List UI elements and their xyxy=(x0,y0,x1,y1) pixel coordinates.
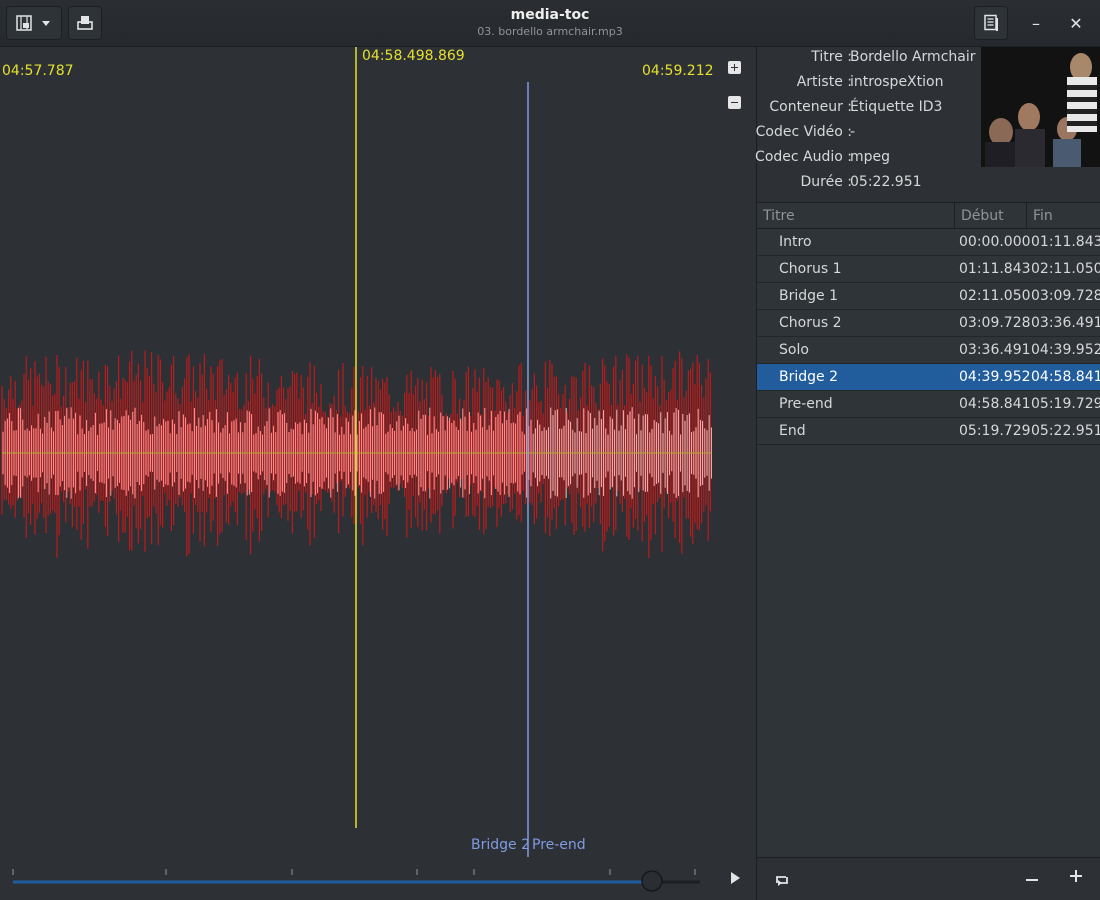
timeline-ticks xyxy=(12,869,696,875)
column-header-title[interactable]: Titre xyxy=(757,203,954,229)
playback-bar xyxy=(0,857,756,900)
info-key: Titre : xyxy=(811,49,852,65)
plus-icon xyxy=(1070,870,1082,882)
chapter-end-cell: 03:36.491 xyxy=(1031,315,1100,331)
window-title-box: media-toc 03. bordello armchair.mp3 xyxy=(350,6,750,40)
end-timestamp: 04:59.212 xyxy=(642,63,714,79)
chapters-toggle-button[interactable] xyxy=(974,6,1008,40)
remove-chapter-button[interactable] xyxy=(1026,870,1038,891)
info-key: Durée : xyxy=(800,174,853,190)
chapter-end-cell: 01:11.843 xyxy=(1031,234,1100,250)
chapter-end-cell: 03:09.728 xyxy=(1031,288,1100,304)
table-row[interactable]: Chorus 1 01:11.843 02:11.050 xyxy=(757,256,1100,283)
start-timestamp: 04:57.787 xyxy=(2,63,74,79)
chapter-start-cell: 01:11.843 xyxy=(959,261,1031,277)
info-value: Bordello Armchair xyxy=(850,49,976,65)
chapter-start-cell: 03:09.728 xyxy=(959,315,1031,331)
chapter-end-cell: 02:11.050 xyxy=(1031,261,1100,277)
column-header-end[interactable]: Fin xyxy=(1026,203,1100,229)
chapter-end-cell: 05:22.951 xyxy=(1031,423,1100,439)
chapters-toolbar xyxy=(757,857,1100,900)
chapter-title-cell: Solo xyxy=(779,342,809,358)
chapter-start-cell: 02:11.050 xyxy=(959,288,1031,304)
chapter-label-left: Bridge 2 xyxy=(471,837,530,853)
table-row[interactable]: Solo 03:36.491 04:39.952 xyxy=(757,337,1100,364)
chapter-start-cell: 04:58.841 xyxy=(959,396,1031,412)
header-bar: media-toc 03. bordello armchair.mp3 – ✕ xyxy=(0,0,1100,47)
play-button[interactable] xyxy=(729,871,741,889)
chapter-title-cell: Chorus 1 xyxy=(779,261,842,277)
close-button[interactable]: ✕ xyxy=(1063,10,1089,36)
chapter-title-cell: End xyxy=(779,423,806,439)
info-value: Étiquette ID3 xyxy=(850,99,943,115)
play-icon xyxy=(731,872,740,884)
table-row[interactable]: Intro 00:00.000 01:11.843 xyxy=(757,229,1100,256)
info-value: introspeXtion xyxy=(850,74,944,90)
minimize-button[interactable]: – xyxy=(1023,10,1049,36)
chapter-title-cell: Pre-end xyxy=(779,396,833,412)
info-row: Codec Vidéo :- xyxy=(755,124,987,149)
info-value: 05:22.951 xyxy=(850,174,922,190)
chapter-title-cell: Bridge 1 xyxy=(779,288,838,304)
media-menu-button[interactable] xyxy=(6,6,62,40)
add-chapter-button[interactable] xyxy=(1070,870,1082,886)
table-row[interactable]: Chorus 2 03:09.728 03:36.491 xyxy=(757,310,1100,337)
waveform-canvas[interactable] xyxy=(0,47,756,857)
cursor-timestamp: 04:58.498.869 xyxy=(362,48,465,64)
chapter-start-cell: 05:19.729 xyxy=(959,423,1031,439)
info-value: - xyxy=(850,124,856,140)
chapter-start-cell: 03:36.491 xyxy=(959,342,1031,358)
info-row: Durée :05:22.951 xyxy=(757,174,987,199)
chapter-start-cell: 04:39.952 xyxy=(959,369,1031,385)
chapters-table: Titre Début Fin Intro 00:00.000 01:11.843 C… xyxy=(757,202,1100,857)
info-panel: Titre : Bordello Armchair Artiste : introsp… xyxy=(755,47,1100,900)
table-row[interactable]: Bridge 2 04:39.952 04:58.841 xyxy=(757,364,1100,391)
chapter-title-cell: Bridge 2 xyxy=(779,369,838,385)
repeat-icon xyxy=(776,876,788,886)
repeat-button[interactable] xyxy=(774,872,790,892)
chapter-label-right: Pre-end xyxy=(532,837,586,853)
table-row[interactable]: Pre-end 04:58.841 05:19.729 xyxy=(757,391,1100,418)
window-subtitle: 03. bordello armchair.mp3 xyxy=(477,25,623,38)
chapter-title-cell: Intro xyxy=(779,234,812,250)
info-key: Codec Vidéo : xyxy=(755,124,852,140)
info-value: mpeg xyxy=(850,149,891,165)
table-row[interactable]: Bridge 1 02:11.050 03:09.728 xyxy=(757,283,1100,310)
info-row: Conteneur : Étiquette ID3 xyxy=(757,99,987,124)
window-title: media-toc xyxy=(510,7,590,23)
info-key: Conteneur : xyxy=(769,99,852,115)
chevron-down-icon xyxy=(42,21,50,26)
info-row: Codec Audio : mpeg xyxy=(755,149,987,174)
album-cover-image xyxy=(981,47,1100,167)
minus-icon xyxy=(1026,879,1038,881)
export-icon xyxy=(77,16,93,30)
info-key: Artiste : xyxy=(796,74,852,90)
table-row[interactable]: End 05:19.729 05:22.951 xyxy=(757,418,1100,445)
chapters-table-header: Titre Début Fin xyxy=(757,203,1100,229)
column-header-start[interactable]: Début xyxy=(954,203,1026,229)
zoom-in-button[interactable] xyxy=(728,61,741,74)
info-row: Artiste : introspeXtion xyxy=(757,74,987,99)
film-music-icon xyxy=(16,15,50,31)
info-key: Codec Audio : xyxy=(755,149,852,165)
zoom-out-button[interactable] xyxy=(728,96,741,109)
document-list-icon xyxy=(984,14,998,31)
chapter-title-cell: Chorus 2 xyxy=(779,315,842,331)
info-row: Titre : Bordello Armchair xyxy=(757,49,987,74)
waveform-area[interactable]: 04:57.787 04:58.498.869 04:59.212 Bridge… xyxy=(0,47,756,857)
chapter-end-cell: 04:39.952 xyxy=(1031,342,1100,358)
chapter-end-cell: 05:19.729 xyxy=(1031,396,1100,412)
timeline-slider[interactable] xyxy=(0,857,710,900)
chapter-start-cell: 00:00.000 xyxy=(959,234,1031,250)
chapter-end-cell: 04:58.841 xyxy=(1031,369,1100,385)
export-button[interactable] xyxy=(68,6,102,40)
slider-handle[interactable] xyxy=(641,870,663,892)
